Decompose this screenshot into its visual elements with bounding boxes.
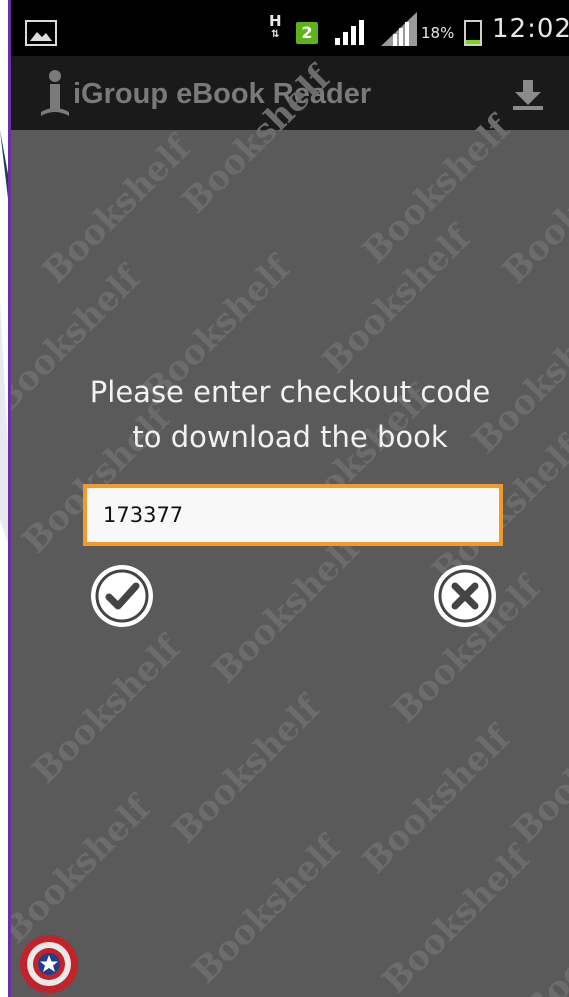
clock: 12:02: [492, 14, 569, 44]
bookshelf-watermark: Bookshelf: [204, 528, 368, 692]
signal-strength-icon: [335, 20, 364, 45]
reader-logo-icon: [41, 70, 69, 116]
checkout-dialog: Bookshelf Bookshelf Bookshelf Bookshelf Book…: [8, 58, 569, 997]
bookshelf-watermark: Bookshelf: [354, 718, 518, 882]
phone-screen: H ⇅ 2 18% 12:02 iGroup eBook Reader Book…: [8, 0, 569, 997]
bookshelf-watermark: Bookshelf: [354, 108, 518, 272]
checkout-code-input[interactable]: [83, 484, 503, 546]
bookshelf-watermark: Bookshelf: [34, 128, 198, 292]
battery-icon: [464, 20, 482, 46]
bookshelf-watermark: Bookshelf: [184, 828, 348, 992]
confirm-button[interactable]: [88, 562, 156, 630]
bookshelf-watermark: Bookshelf: [514, 868, 569, 997]
checkout-prompt: Please enter checkout code to download t…: [11, 370, 569, 460]
bookshelf-watermark: Bookshelf: [164, 688, 328, 852]
signal-strength-secondary-icon: [381, 12, 417, 46]
prompt-line-2: to download the book: [132, 420, 448, 454]
battery-percent: 18%: [421, 24, 455, 42]
cancel-button[interactable]: [431, 562, 499, 630]
download-button[interactable]: [511, 78, 545, 112]
bookshelf-watermark: Bookshelf: [494, 128, 569, 292]
bookshelf-watermark: Bookshelf: [24, 628, 188, 792]
sim-badge: 2: [296, 22, 318, 44]
status-bar: H ⇅ 2 18% 12:02: [11, 0, 569, 56]
app-title: iGroup eBook Reader: [73, 78, 372, 110]
gallery-notification-icon: [25, 20, 57, 46]
prompt-line-1: Please enter checkout code: [89, 375, 491, 409]
bookshelf-watermark: Bookshelf: [374, 838, 538, 997]
bookshelf-watermark: Bookshelf: [8, 788, 158, 952]
shield-app-icon: [20, 935, 78, 993]
bookshelf-watermark: Bookshelf: [314, 218, 478, 382]
bookshelf-watermark: Bookshelf: [504, 688, 569, 852]
network-type-indicator: H ⇅: [269, 12, 282, 41]
app-title-bar: iGroup eBook Reader: [11, 56, 569, 130]
